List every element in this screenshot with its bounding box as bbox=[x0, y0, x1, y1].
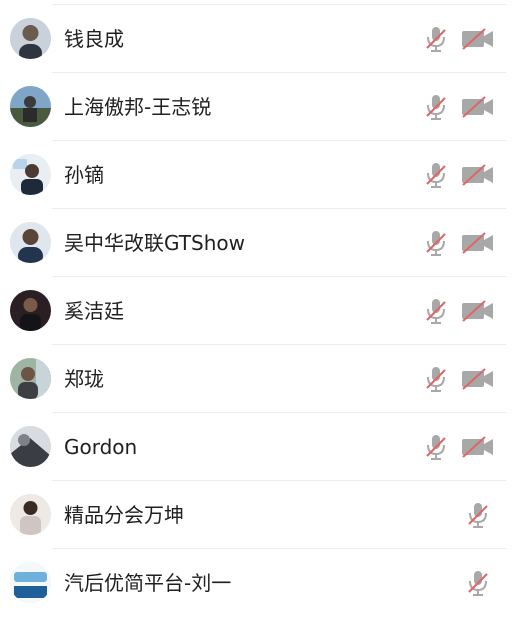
camera-off-icon[interactable] bbox=[461, 435, 495, 459]
participant-name: Gordon bbox=[64, 435, 138, 459]
avatar bbox=[10, 562, 51, 603]
participant-name: 孙镝 bbox=[64, 163, 104, 187]
mic-muted-icon[interactable] bbox=[423, 229, 449, 257]
avatar bbox=[10, 494, 51, 535]
mic-muted-icon[interactable] bbox=[423, 161, 449, 189]
mic-muted-icon[interactable] bbox=[423, 297, 449, 325]
participant-name: 精品分会万坤 bbox=[64, 503, 184, 527]
participant-row[interactable]: 孙镝 bbox=[0, 141, 520, 209]
avatar bbox=[10, 18, 51, 59]
mic-muted-icon[interactable] bbox=[423, 365, 449, 393]
avatar bbox=[10, 154, 51, 195]
mic-muted-icon[interactable] bbox=[465, 569, 491, 597]
mic-muted-icon[interactable] bbox=[423, 93, 449, 121]
participant-row[interactable]: 吴中华改联GTShow bbox=[0, 209, 520, 277]
camera-off-icon[interactable] bbox=[461, 27, 495, 51]
participant-row[interactable]: 钱良成 bbox=[0, 5, 520, 73]
avatar bbox=[10, 290, 51, 331]
camera-off-icon[interactable] bbox=[461, 299, 495, 323]
participant-name: 汽后优简平台-刘一 bbox=[64, 571, 232, 595]
avatar bbox=[10, 426, 51, 467]
participant-row[interactable]: 汽后优简平台-刘一 bbox=[0, 549, 520, 617]
camera-off-icon[interactable] bbox=[461, 95, 495, 119]
avatar bbox=[10, 358, 51, 399]
camera-off-icon[interactable] bbox=[461, 163, 495, 187]
mic-muted-icon[interactable] bbox=[423, 25, 449, 53]
participant-name: 吴中华改联GTShow bbox=[64, 231, 245, 255]
camera-off-icon[interactable] bbox=[461, 231, 495, 255]
participant-name: 奚洁廷 bbox=[64, 299, 124, 323]
participant-name: 上海傲邦-王志锐 bbox=[64, 95, 212, 119]
participant-row[interactable]: 奚洁廷 bbox=[0, 277, 520, 345]
camera-off-icon[interactable] bbox=[461, 367, 495, 391]
participant-row[interactable]: 精品分会万坤 bbox=[0, 481, 520, 549]
participant-row[interactable]: Gordon bbox=[0, 413, 520, 481]
avatar bbox=[10, 86, 51, 127]
avatar bbox=[10, 222, 51, 263]
participant-row[interactable]: 上海傲邦-王志锐 bbox=[0, 73, 520, 141]
mic-muted-icon[interactable] bbox=[465, 501, 491, 529]
participant-list: 钱良成 上海傲邦-王志锐 孙镝 吴中华改联GTShow 奚洁廷 郑珑 Gordo… bbox=[0, 0, 520, 615]
participant-name: 钱良成 bbox=[64, 27, 124, 51]
participant-name: 郑珑 bbox=[64, 367, 104, 391]
mic-muted-icon[interactable] bbox=[423, 433, 449, 461]
participant-row[interactable]: 郑珑 bbox=[0, 345, 520, 413]
